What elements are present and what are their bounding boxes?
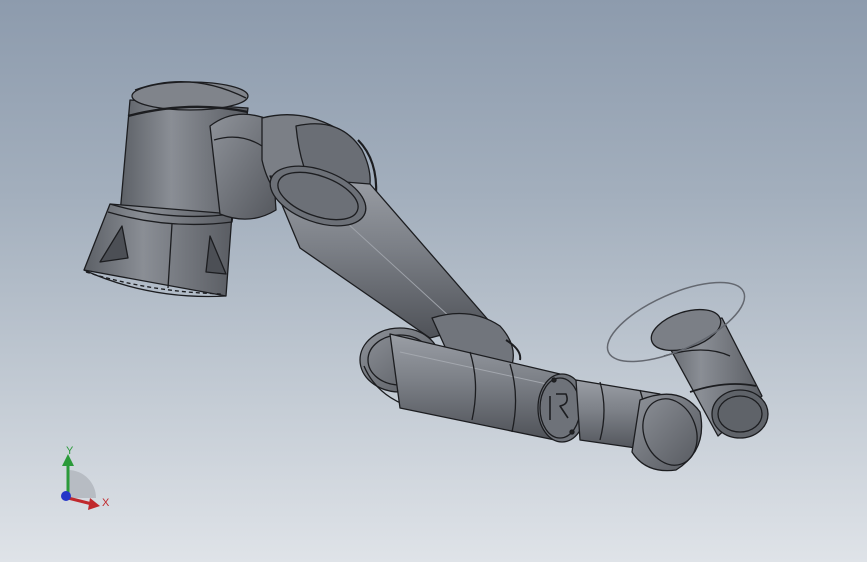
wrist-2-joint[interactable] <box>631 391 706 473</box>
graphics-viewport[interactable]: Y X <box>0 0 867 562</box>
coordinate-triad[interactable]: Y X <box>61 445 110 510</box>
robot-arm-model[interactable] <box>83 81 769 473</box>
triad-x-label: X <box>102 497 110 509</box>
triad-y-label: Y <box>66 445 74 457</box>
triad-x-axis <box>67 496 93 506</box>
triad-z-axis <box>61 491 71 501</box>
triad-x-arrowhead <box>88 498 100 510</box>
triad-quadrant-shade <box>68 470 96 498</box>
